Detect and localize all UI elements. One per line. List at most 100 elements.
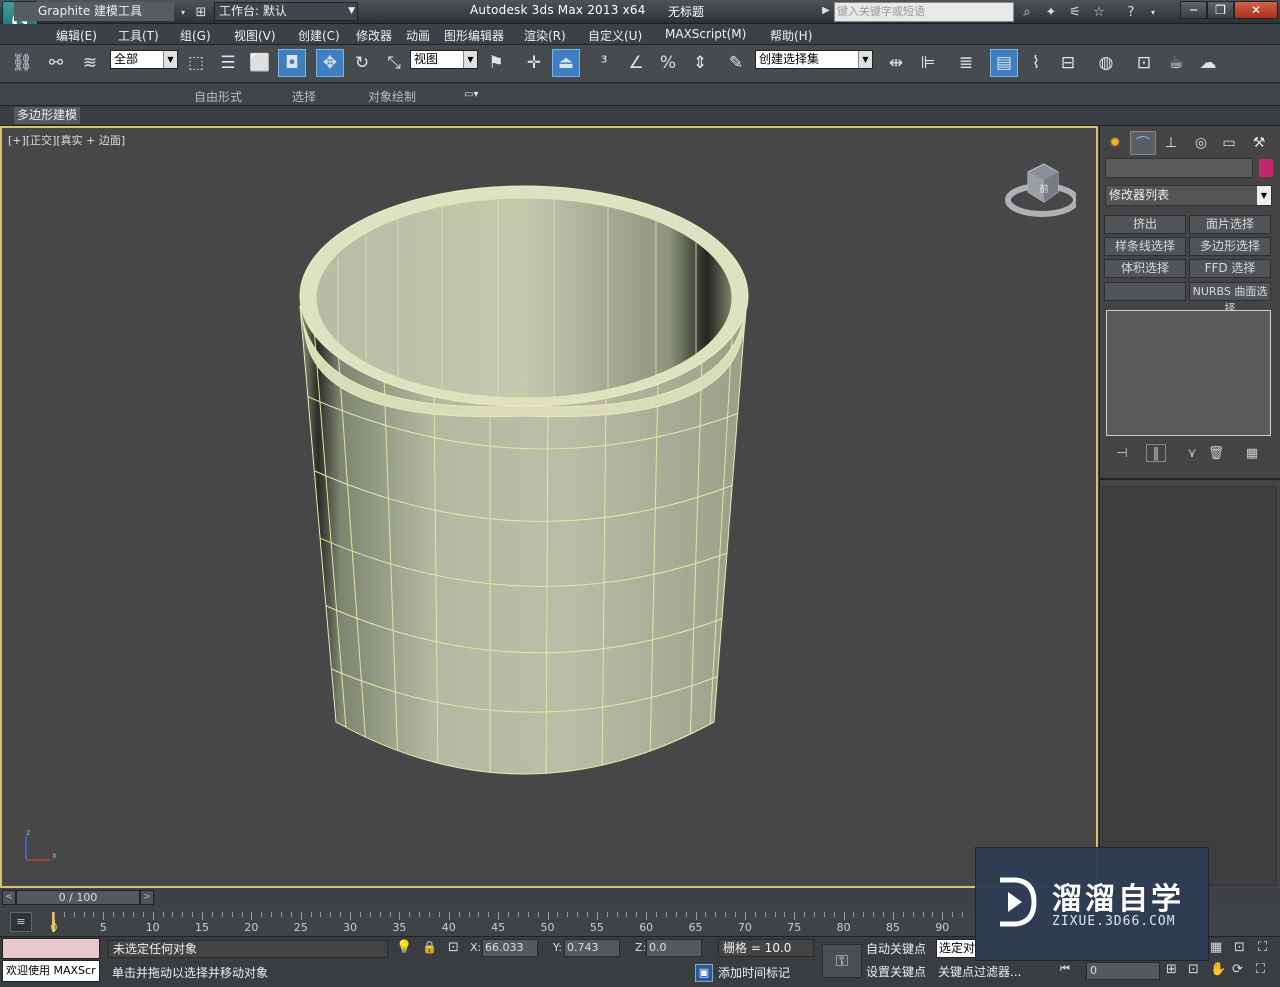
percent-snap-icon[interactable]: % xyxy=(654,49,682,77)
time-tag-icon[interactable]: ▣ xyxy=(695,964,713,982)
select-by-name-icon[interactable]: ☰ xyxy=(214,49,242,77)
selection-filter-dropdown[interactable]: 全部 ▼ xyxy=(110,50,178,69)
material-editor-icon[interactable]: ◍ xyxy=(1092,49,1120,77)
spinner-snap-icon[interactable]: ⇕ xyxy=(686,49,714,77)
y-coordinate-field[interactable]: 0.743 xyxy=(564,939,620,957)
pivot-center-icon[interactable]: ⚑ xyxy=(482,49,510,77)
current-frame-field[interactable]: 0 xyxy=(1086,962,1160,980)
menu-customize[interactable]: 自定义(U) xyxy=(588,27,642,44)
menu-help[interactable]: 帮助(H) xyxy=(770,27,812,44)
motion-panel-icon[interactable]: ◎ xyxy=(1188,131,1214,155)
menu-create[interactable]: 创建(C) xyxy=(298,27,340,44)
render-production-icon[interactable]: ☁ xyxy=(1194,49,1222,77)
volume-select-button[interactable]: 体积选择 xyxy=(1104,259,1186,278)
layer-manager-icon[interactable]: ≣ xyxy=(952,49,980,77)
select-scale-icon[interactable]: ⤡ xyxy=(380,49,408,77)
bind-space-warp-icon[interactable]: ≋ xyxy=(76,49,104,77)
redo-dropdown-icon[interactable]: ▾ xyxy=(174,4,192,20)
ffd-select-button[interactable]: FFD 选择 xyxy=(1189,259,1271,278)
manipulate-icon[interactable]: ✛ xyxy=(520,49,548,77)
named-selection-set-dropdown[interactable]: 创建选择集 ▼ xyxy=(755,50,873,69)
menu-graph-editors[interactable]: 图形编辑器 xyxy=(444,27,504,44)
poly-select-button[interactable]: 多边形选择 xyxy=(1189,237,1271,256)
menu-rendering[interactable]: 渲染(R) xyxy=(524,27,566,44)
create-panel-icon[interactable]: ✹ xyxy=(1102,131,1128,155)
field-of-view-icon[interactable]: ⛶ xyxy=(1258,940,1267,955)
key-filters-button[interactable]: 关键点过滤器... xyxy=(938,963,1021,980)
remove-modifier-icon[interactable]: 🗑 xyxy=(1206,444,1226,462)
zoom-extents-icon[interactable]: ⊡ xyxy=(1234,940,1245,955)
patch-select-button[interactable]: 面片选择 xyxy=(1189,215,1271,234)
modifier-list-dropdown[interactable]: 修改器列表 ▼ xyxy=(1105,185,1272,206)
mirror-icon[interactable]: ⇹ xyxy=(882,49,910,77)
menu-group[interactable]: 组(G) xyxy=(180,27,211,44)
menu-modifiers[interactable]: 修改器 xyxy=(356,27,392,44)
object-name-field[interactable] xyxy=(1105,158,1253,178)
minimize-button[interactable]: ─ xyxy=(1180,1,1207,19)
keyboard-shortcut-override-icon[interactable]: ⏏ xyxy=(552,49,580,77)
zoom-region-icon[interactable]: ▦ xyxy=(1210,940,1222,955)
add-time-tag[interactable]: 添加时间标记 xyxy=(718,964,790,981)
menu-edit[interactable]: 编辑(E) xyxy=(56,27,97,44)
viewcube[interactable]: 前 xyxy=(1004,158,1076,222)
workspace-dropdown[interactable]: 工作台: 默认 ▼ xyxy=(214,2,358,21)
restore-button[interactable]: ❐ xyxy=(1207,1,1234,19)
binoculars-icon[interactable]: ⌕ xyxy=(1018,4,1036,20)
menu-views[interactable]: 视图(V) xyxy=(234,27,276,44)
tab-selection[interactable]: 选择 xyxy=(292,88,316,105)
favorites-star-icon[interactable]: ☆ xyxy=(1090,4,1108,20)
menu-animation[interactable]: 动画 xyxy=(406,27,430,44)
project-folder-icon[interactable]: ⊞ xyxy=(192,4,210,20)
angle-snap-icon[interactable]: ∠ xyxy=(622,49,650,77)
maxscript-mini-listener[interactable]: 欢迎使用 MAXScr xyxy=(2,960,100,982)
tab-object-paint[interactable]: 对象绘制 xyxy=(368,88,416,105)
time-next-button[interactable]: > xyxy=(140,890,154,905)
curve-editor-icon[interactable]: ⌇ xyxy=(1022,49,1050,77)
configure-modifier-sets-icon[interactable]: ▦ xyxy=(1242,444,1262,462)
rendered-frame-window-icon[interactable]: ☕ xyxy=(1162,49,1190,77)
spline-select-button[interactable]: 样条线选择 xyxy=(1104,237,1186,256)
menu-maxscript[interactable]: MAXScript(M) xyxy=(665,27,746,41)
help-icon[interactable]: ? xyxy=(1122,4,1140,20)
time-slider-thumb[interactable]: 0 / 100 xyxy=(16,890,140,905)
pan-view-icon[interactable]: ✋ xyxy=(1210,962,1226,977)
utilities-panel-icon[interactable]: ⚒ xyxy=(1246,131,1272,155)
maxscript-listener[interactable] xyxy=(2,938,100,959)
tab-graphite-modeling[interactable]: Graphite 建模工具 xyxy=(14,2,174,21)
modify-panel-icon[interactable]: ⌒ xyxy=(1130,131,1156,155)
select-object-icon[interactable]: ⬚ xyxy=(182,49,210,77)
absolute-mode-icon[interactable]: ⊡ xyxy=(448,940,459,955)
zoom-extents-all-icon[interactable]: ⊡ xyxy=(1188,962,1199,977)
ribbon-options-icon[interactable]: ▭▾ xyxy=(464,89,484,101)
empty-modifier-button[interactable] xyxy=(1104,282,1186,301)
communication-center-icon[interactable]: ⚟ xyxy=(1066,4,1084,20)
nurbs-surface-select-button[interactable]: NURBS 曲面选择 xyxy=(1189,282,1271,315)
extrude-button[interactable]: 挤出 xyxy=(1104,215,1186,234)
time-config-icon[interactable]: ⊞ xyxy=(1166,962,1177,977)
help-dropdown-icon[interactable]: ▾ xyxy=(1144,4,1162,20)
tab-polygon-modeling[interactable]: 多边形建模 xyxy=(14,107,80,124)
window-crossing-icon[interactable]: ◘ xyxy=(278,49,306,77)
maximize-viewport-icon[interactable]: ⛶ xyxy=(1256,962,1265,977)
z-coordinate-field[interactable]: 0.0 xyxy=(646,939,702,957)
pin-stack-icon[interactable]: ⊣ xyxy=(1112,444,1132,462)
modifier-stack-view[interactable] xyxy=(1106,310,1271,436)
unlink-icon[interactable]: ⚯ xyxy=(42,49,70,77)
select-rotate-icon[interactable]: ↻ xyxy=(348,49,376,77)
subscription-icon[interactable]: ✦ xyxy=(1042,4,1060,20)
schematic-view-icon[interactable]: ⊟ xyxy=(1054,49,1082,77)
select-move-icon[interactable]: ✥ xyxy=(316,49,344,77)
front-viewport[interactable]: [+][正交][真实 + 边面] 前 z x xyxy=(0,126,1098,888)
align-icon[interactable]: ⊫ xyxy=(914,49,942,77)
render-setup-icon[interactable]: ⊡ xyxy=(1130,49,1158,77)
show-end-result-icon[interactable]: ‖ xyxy=(1146,444,1166,462)
key-mode-icon[interactable]: ⏮ xyxy=(1060,962,1070,976)
cylinder-model[interactable] xyxy=(2,128,1096,886)
time-prev-button[interactable]: < xyxy=(2,890,16,905)
selection-lock-icon[interactable]: 🔒 xyxy=(422,940,437,954)
reference-coordinate-dropdown[interactable]: 视图 ▼ xyxy=(410,50,478,69)
edit-named-selection-icon[interactable]: ✎ xyxy=(722,49,750,77)
isolate-selection-icon[interactable]: 💡 xyxy=(396,940,412,955)
search-input[interactable]: 键入关键字或短语 xyxy=(834,2,1014,22)
make-unique-icon[interactable]: ⋎ xyxy=(1182,444,1202,462)
